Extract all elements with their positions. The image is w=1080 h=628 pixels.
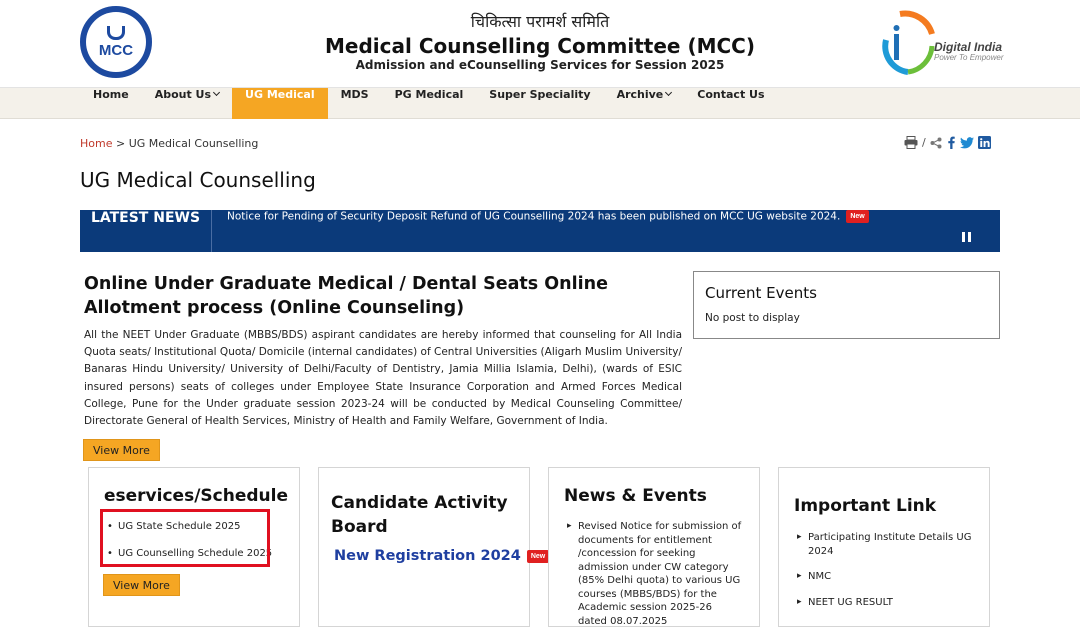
important-link-item[interactable]: Participating Institute Details UG 2024 xyxy=(794,531,974,558)
nav-item-label: Archive xyxy=(616,88,664,101)
nav-item-label: About Us xyxy=(154,88,212,101)
breadcrumb-separator: > xyxy=(115,137,126,150)
chevron-down-icon xyxy=(665,88,673,97)
nav-item-contact-us[interactable]: Contact Us xyxy=(684,88,777,119)
main-view-more-button[interactable]: View More xyxy=(83,439,160,461)
main-nav: Home About Us UG Medical MDS PG Medical Super… xyxy=(0,88,1080,119)
nav-item-ug-medical[interactable]: UG Medical xyxy=(232,88,328,119)
page-title: UG Medical Counselling xyxy=(80,168,316,192)
nav-item-about-us[interactable]: About Us xyxy=(142,88,232,119)
eservices-title: eservices/Schedule xyxy=(104,486,288,506)
breadcrumb-current: UG Medical Counselling xyxy=(128,137,259,150)
news-event-item[interactable]: Revised Notice for submission of documen… xyxy=(564,520,744,628)
linkedin-icon[interactable] xyxy=(977,136,991,149)
nav-item-super-speciality[interactable]: Super Speciality xyxy=(476,88,603,119)
nav-item-label: PG Medical xyxy=(394,88,464,101)
print-icon[interactable] xyxy=(904,136,918,149)
activity-title: Candidate Activity Board xyxy=(331,493,508,537)
nav-item-home[interactable]: Home xyxy=(80,88,142,119)
latest-news-item[interactable]: Notice for Pending of Security Deposit R… xyxy=(227,210,869,252)
eservices-view-more-button[interactable]: View More xyxy=(103,574,180,596)
chevron-down-icon xyxy=(212,88,221,97)
news-events-card: News & Events Revised Notice for submiss… xyxy=(548,467,760,627)
pause-icon[interactable] xyxy=(962,232,971,242)
news-events-title: News & Events xyxy=(564,486,707,506)
important-link-item[interactable]: NEET UG RESULT xyxy=(794,596,974,610)
digital-india-text: Digital India xyxy=(934,40,1003,54)
facebook-icon[interactable] xyxy=(946,136,956,149)
nav-item-archive[interactable]: Archive xyxy=(604,88,685,119)
new-badge: New xyxy=(846,210,869,223)
new-registration-text[interactable]: New Registration 2024 xyxy=(334,548,521,564)
nav-item-label: Home xyxy=(93,88,129,101)
breadcrumb-home[interactable]: Home xyxy=(80,137,112,150)
latest-news-text[interactable]: Notice for Pending of Security Deposit R… xyxy=(227,211,840,223)
current-events-empty: No post to display xyxy=(705,312,800,324)
twitter-icon[interactable] xyxy=(959,136,974,149)
site-header: MCC चिकित्सा परामर्श समिति Medical Couns… xyxy=(0,0,1080,88)
nav-item-label: Super Speciality xyxy=(489,88,591,101)
highlight-box xyxy=(100,509,270,567)
current-events-panel: Current Events No post to display xyxy=(693,271,1000,339)
nav-item-mds[interactable]: MDS xyxy=(328,88,382,119)
new-registration-link[interactable]: New Registration 2024 New xyxy=(334,548,550,564)
new-badge: New xyxy=(526,549,550,563)
latest-news-label: LATEST NEWS xyxy=(80,210,212,252)
activity-card: Candidate Activity Board xyxy=(318,467,530,627)
nav-item-label: UG Medical xyxy=(245,88,315,101)
share-icon[interactable] xyxy=(930,137,942,149)
nav-item-label: MDS xyxy=(340,88,369,101)
important-link-card: Important Link Participating Institute D… xyxy=(778,467,990,627)
nav-item-label: Contact Us xyxy=(697,88,765,101)
share-bar: / xyxy=(904,136,991,149)
share-separator: / xyxy=(922,136,926,149)
main-paragraph: All the NEET Under Graduate (MBBS/BDS) a… xyxy=(84,329,682,428)
important-link-item[interactable]: NMC xyxy=(794,570,974,584)
important-link-title: Important Link xyxy=(794,496,937,516)
digital-india-tagline: Power To Empower xyxy=(934,53,1004,62)
latest-news-bar: LATEST NEWS Notice for Pending of Securi… xyxy=(80,210,1000,252)
current-events-title: Current Events xyxy=(705,284,817,302)
breadcrumb: Home > UG Medical Counselling xyxy=(80,137,258,150)
nav-item-pg-medical[interactable]: PG Medical xyxy=(382,88,477,119)
main-heading: Online Under Graduate Medical / Dental S… xyxy=(84,274,608,318)
